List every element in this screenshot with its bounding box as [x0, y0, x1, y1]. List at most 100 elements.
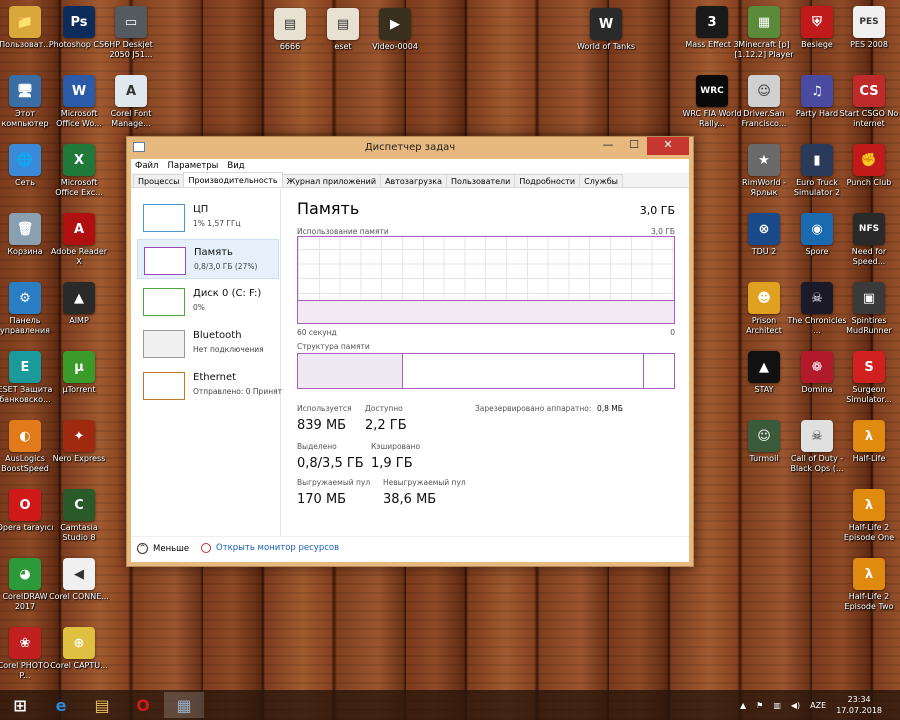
window-title: Диспетчер задач: [364, 142, 456, 153]
desktop-icon[interactable]: µ µTorrent: [48, 351, 110, 395]
tray-arrow-icon[interactable]: ▲: [740, 701, 746, 710]
menu-options[interactable]: Параметры: [167, 161, 218, 171]
paged-pool-value: 170 МБ: [297, 492, 347, 507]
desktop-icon[interactable]: NFS Need for Speed...: [838, 213, 900, 267]
resource-name: ЦП: [193, 204, 209, 215]
tab-журнал-приложений[interactable]: Журнал приложений: [281, 174, 382, 187]
desktop-icon[interactable]: ▶ Video-0004: [364, 8, 426, 52]
resource-item-disk[interactable]: Диск 0 (C: F:) 0%: [137, 281, 279, 321]
tab-подробности[interactable]: Подробности: [514, 174, 581, 187]
taskbar-taskmgr-button[interactable]: ▦: [164, 692, 204, 718]
desktop-icon[interactable]: ▣ Spintires MudRunner: [838, 282, 900, 336]
tab-процессы[interactable]: Процессы: [133, 174, 185, 187]
taskbar-opera-button[interactable]: O: [123, 692, 163, 718]
spore-icon: ◉: [801, 213, 833, 245]
memory-usage-fill: [298, 299, 674, 323]
desktop-icon[interactable]: ▲ AIMP: [48, 282, 110, 326]
committed-label: Выделено: [297, 442, 337, 451]
desktop-icon[interactable]: C Camtasia Studio 8: [48, 489, 110, 543]
resource-subtext: Нет подключения: [193, 345, 264, 354]
desktop-icon[interactable]: λ Half-Life 2 Episode Two: [838, 558, 900, 612]
nonpaged-pool-value: 38,6 МБ: [383, 492, 437, 507]
memory-usage-graph: [297, 236, 675, 324]
hp-deskjet-2050-j51-icon: ▭: [115, 6, 147, 38]
chevron-up-icon: ^: [137, 543, 148, 554]
resource-item-memory[interactable]: Память 0,8/3,0 ГБ (27%): [137, 239, 279, 279]
resource-item-cpu[interactable]: ЦП 1% 1,57 ГГц: [137, 197, 279, 237]
desktop-icon[interactable]: A Corel Font Manage...: [100, 75, 162, 129]
domina-icon: ❁: [801, 351, 833, 383]
desktop-icon-label: Corel Font Manage...: [110, 109, 152, 128]
stay-icon: ▲: [748, 351, 780, 383]
tray-flag-icon[interactable]: ⚑: [756, 701, 763, 710]
tray-network-icon[interactable]: ▥: [773, 701, 781, 710]
taskbar-ie-button[interactable]: e: [41, 692, 81, 718]
desktop-icon[interactable]: ▭ HP Deskjet 2050 J51...: [100, 6, 162, 60]
resource-thumbnail: [143, 204, 185, 232]
tab-пользователи[interactable]: Пользователи: [445, 174, 516, 187]
этот-компьютер-icon: 🖥: [9, 75, 41, 107]
desktop-icon[interactable]: A Adobe Reader X: [48, 213, 110, 267]
tab-производительность[interactable]: Производительность: [183, 172, 283, 187]
torrent-icon: µ: [63, 351, 95, 383]
tab-strip: Процессы Производительность Журнал приложе…: [131, 172, 689, 188]
start-icon: ⊞: [13, 695, 27, 715]
desktop-icon-label: AIMP: [69, 316, 89, 325]
resource-subtext: 0%: [193, 303, 205, 312]
adobe-reader-x-icon: A: [63, 213, 95, 245]
structure-in-use: [298, 354, 404, 388]
structure-free: [644, 354, 674, 388]
euro-truck-simulator-2-icon: ▮: [801, 144, 833, 176]
tray-volume-icon[interactable]: ◀): [791, 701, 800, 710]
desktop-icon[interactable]: ⊕ Corel CAPTU...: [48, 627, 110, 671]
desktop-icon[interactable]: λ Half-Life 2 Episode One: [838, 489, 900, 543]
desktop-icon[interactable]: PES PES 2008: [838, 6, 900, 50]
desktop-icon[interactable]: CS Start CSGO No internet: [838, 75, 900, 129]
turmoil-icon: ☺: [748, 420, 780, 452]
taskbar: ⊞ e ▤ O ▦ ▲ ⚑ ▥ ◀) AZE 23:34 17.07.2018: [0, 690, 900, 720]
tab-автозагрузка[interactable]: Автозагрузка: [380, 174, 447, 187]
desktop-icon[interactable]: W World of Tanks: [575, 8, 637, 52]
clock[interactable]: 23:34 17.07.2018: [836, 694, 882, 716]
paged-pool-label: Выгружаемый пул: [297, 478, 371, 487]
desktop-icon[interactable]: λ Half-Life: [838, 420, 900, 464]
language-indicator[interactable]: AZE: [810, 701, 826, 710]
menu-file[interactable]: Файл: [135, 161, 158, 171]
clock-date: 17.07.2018: [836, 706, 882, 715]
resource-item-ethernet[interactable]: Ethernet Отправлено: 0 Принят: [137, 365, 282, 405]
close-button[interactable]: ✕: [647, 137, 689, 155]
minimize-button[interactable]: —: [595, 137, 621, 155]
desktop-icon-label: Video-0004: [372, 42, 418, 51]
desktop-icon[interactable]: ✦ Nero Express: [48, 420, 110, 464]
resource-item-bluetooth[interactable]: Bluetooth Нет подключения: [137, 323, 279, 363]
desktop-icon-label: World of Tanks: [576, 42, 636, 51]
rimworld-ярлык-icon: ★: [748, 144, 780, 176]
aimp-icon: ▲: [63, 282, 95, 314]
taskbar-start-button[interactable]: ⊞: [0, 692, 40, 718]
camtasia-studio-8-icon: C: [63, 489, 95, 521]
maximize-button[interactable]: ☐: [621, 137, 647, 155]
reserved-value: 0,8 МБ: [597, 404, 623, 413]
open-resource-monitor-link[interactable]: Открыть монитор ресурсов: [201, 543, 339, 553]
desktop-icon-label: Spintires MudRunner: [846, 316, 892, 335]
fewer-details-button[interactable]: ^ Меньше: [137, 543, 189, 554]
tab-службы[interactable]: Службы: [579, 174, 623, 187]
task-manager-window[interactable]: Диспетчер задач — ☐ ✕ Файл Параметры Вид…: [126, 136, 694, 567]
desktop-icon[interactable]: ◀ Corel CONNE...: [48, 558, 110, 602]
graph-time-left: 60 секунд: [297, 328, 337, 337]
half-life-2-episode-two-icon: λ: [853, 558, 885, 590]
resource-list: ЦП 1% 1,57 ГГц Память 0,8/3,0 ГБ (27%) Диск …: [131, 189, 282, 536]
auslogics-boostspeed-icon: ◐: [9, 420, 41, 452]
besiege-icon: ⛨: [801, 6, 833, 38]
title-bar[interactable]: Диспетчер задач — ☐ ✕: [127, 137, 693, 159]
corel-conne-icon: ◀: [63, 558, 95, 590]
desktop-icon[interactable]: ✊ Punch Club: [838, 144, 900, 188]
taskbar-explorer-button[interactable]: ▤: [82, 692, 122, 718]
menu-view[interactable]: Вид: [227, 161, 244, 171]
desktop-icon[interactable]: X Microsoft Office Exc...: [48, 144, 110, 198]
desktop-icon[interactable]: S Surgeon Simulator...: [838, 351, 900, 405]
corel-captu-icon: ⊕: [63, 627, 95, 659]
resource-name: Ethernet: [193, 372, 237, 383]
opera-taray-c-icon: O: [9, 489, 41, 521]
half-life-icon: λ: [853, 420, 885, 452]
